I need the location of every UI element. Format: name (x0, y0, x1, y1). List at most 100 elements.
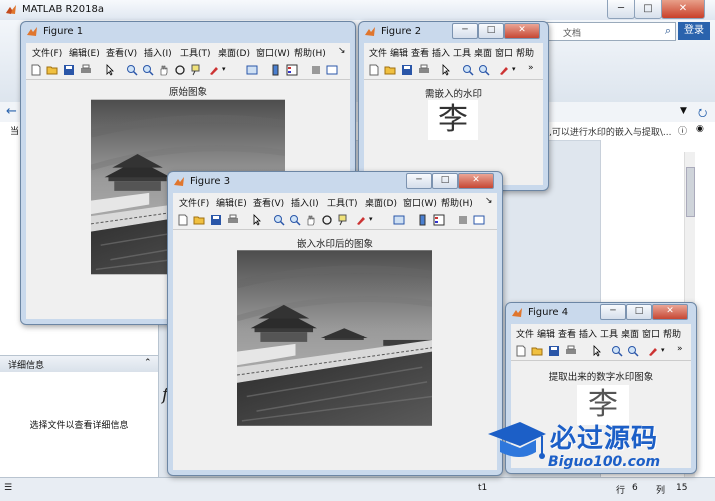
open-file-icon[interactable] (531, 345, 543, 357)
menu-tools[interactable]: 工具(T) (327, 196, 358, 209)
menu-desktop[interactable]: 桌面(D) (218, 46, 250, 59)
scrollbar-thumb[interactable] (686, 167, 695, 217)
menu-desktop[interactable]: 桌面 (621, 327, 639, 340)
figure-3-window[interactable]: Figure 3 ─ □ ✕ 文件(F) 编辑(E) 查看(V) 插入(I) 工… (167, 171, 503, 476)
details-expand-icon[interactable]: ⌃ (144, 358, 152, 368)
new-figure-icon[interactable] (368, 64, 380, 76)
search-icon[interactable]: ⌕ (665, 24, 671, 38)
colorbar-icon[interactable] (270, 64, 282, 76)
menu-view[interactable]: 查看 (411, 46, 429, 59)
show-plot-tools-icon[interactable] (473, 214, 485, 226)
menu-file[interactable]: 文件(F) (32, 46, 62, 59)
menu-edit[interactable]: 编辑(E) (69, 46, 100, 59)
close-button[interactable]: ✕ (652, 304, 688, 320)
menu-file[interactable]: 文件 (369, 46, 387, 59)
toolbar-overflow-icon[interactable]: » (677, 344, 683, 354)
open-file-icon[interactable] (193, 214, 205, 226)
rotate-3d-icon[interactable] (321, 214, 333, 226)
maximize-button[interactable]: □ (478, 23, 504, 39)
menu-help[interactable]: 帮助(H) (441, 196, 473, 209)
pan-icon[interactable] (158, 64, 170, 76)
close-button[interactable]: ✕ (661, 0, 705, 19)
menu-tools[interactable]: 工具(T) (180, 46, 211, 59)
rotate-3d-icon[interactable] (174, 64, 186, 76)
menu-insert[interactable]: 插入 (579, 327, 597, 340)
open-file-icon[interactable] (384, 64, 396, 76)
save-icon[interactable] (401, 64, 413, 76)
brush-icon[interactable] (647, 345, 659, 357)
new-figure-icon[interactable] (515, 345, 527, 357)
menu-edit[interactable]: 编辑 (537, 327, 555, 340)
menu-desktop[interactable]: 桌面(D) (365, 196, 397, 209)
back-arrow-icon[interactable]: ← (6, 104, 17, 119)
data-cursor-icon[interactable] (190, 64, 202, 76)
brush-dropdown-icon[interactable]: ▾ (661, 346, 665, 354)
close-button[interactable]: ✕ (504, 23, 540, 39)
link-plot-icon[interactable] (393, 214, 405, 226)
brush-dropdown-icon[interactable]: ▾ (222, 65, 226, 73)
pointer-icon[interactable] (440, 64, 452, 76)
print-icon[interactable] (80, 64, 92, 76)
menu-edit[interactable]: 编辑 (390, 46, 408, 59)
zoom-out-icon[interactable] (478, 64, 490, 76)
save-icon[interactable] (63, 64, 75, 76)
menu-insert[interactable]: 插入 (432, 46, 450, 59)
toolbar-overflow-icon[interactable]: » (528, 63, 534, 73)
minimize-button[interactable]: ─ (600, 304, 626, 320)
print-icon[interactable] (227, 214, 239, 226)
brush-icon[interactable] (208, 64, 220, 76)
pointer-icon[interactable] (251, 214, 263, 226)
data-cursor-icon[interactable] (337, 214, 349, 226)
save-icon[interactable] (210, 214, 222, 226)
zoom-in-icon[interactable] (273, 214, 285, 226)
maximize-button[interactable]: □ (634, 0, 662, 19)
zoom-out-icon[interactable] (142, 64, 154, 76)
new-figure-icon[interactable] (177, 214, 189, 226)
print-icon[interactable] (565, 345, 577, 357)
pan-icon[interactable] (305, 214, 317, 226)
menu-insert[interactable]: 插入(I) (291, 196, 319, 209)
menu-view[interactable]: 查看 (558, 327, 576, 340)
new-figure-icon[interactable] (30, 64, 42, 76)
colorbar-icon[interactable] (417, 214, 429, 226)
link-plot-icon[interactable] (246, 64, 258, 76)
menu-view[interactable]: 查看(V) (106, 46, 137, 59)
pointer-icon[interactable] (104, 64, 116, 76)
menu-arrow-icon[interactable]: ↘ (338, 46, 346, 56)
menu-insert[interactable]: 插入(I) (144, 46, 172, 59)
menu-window[interactable]: 窗口(W) (256, 46, 290, 59)
address-dropdown-icon[interactable]: ▼ (680, 106, 687, 116)
details-header[interactable]: 详细信息 ⌃ (0, 355, 158, 373)
print-icon[interactable] (418, 64, 430, 76)
menu-window[interactable]: 窗口 (642, 327, 660, 340)
minimize-button[interactable]: ─ (406, 173, 432, 189)
zoom-out-icon[interactable] (627, 345, 639, 357)
zoom-out-icon[interactable] (289, 214, 301, 226)
brush-dropdown-icon[interactable]: ▾ (369, 215, 373, 223)
menu-edit[interactable]: 编辑(E) (216, 196, 247, 209)
zoom-in-icon[interactable] (611, 345, 623, 357)
brush-icon[interactable] (498, 64, 510, 76)
zoom-in-icon[interactable] (126, 64, 138, 76)
hide-plot-tools-icon[interactable] (310, 64, 322, 76)
menu-tools[interactable]: 工具 (600, 327, 618, 340)
brush-dropdown-icon[interactable]: ▾ (512, 65, 516, 73)
browse-folder-icon[interactable]: ⭮ (698, 104, 707, 123)
menu-help[interactable]: 帮助 (516, 46, 534, 59)
minimize-button[interactable]: ─ (452, 23, 478, 39)
show-plot-tools-icon[interactable] (326, 64, 338, 76)
figure-2-window[interactable]: Figure 2 ─ □ ✕ 文件 编辑 查看 插入 工具 桌面 窗口 帮助 ▾… (358, 21, 549, 191)
menu-file[interactable]: 文件 (516, 327, 534, 340)
brush-icon[interactable] (355, 214, 367, 226)
legend-icon[interactable] (433, 214, 445, 226)
menu-file[interactable]: 文件(F) (179, 196, 209, 209)
hide-plot-tools-icon[interactable] (457, 214, 469, 226)
save-icon[interactable] (548, 345, 560, 357)
minimize-button[interactable]: ─ (607, 0, 635, 19)
menu-window[interactable]: 窗口(W) (403, 196, 437, 209)
menu-arrow-icon[interactable]: ↘ (485, 196, 493, 206)
help-icon[interactable]: ⓘ (678, 124, 687, 137)
legend-icon[interactable] (286, 64, 298, 76)
menu-window[interactable]: 窗口 (495, 46, 513, 59)
menu-help[interactable]: 帮助(H) (294, 46, 326, 59)
